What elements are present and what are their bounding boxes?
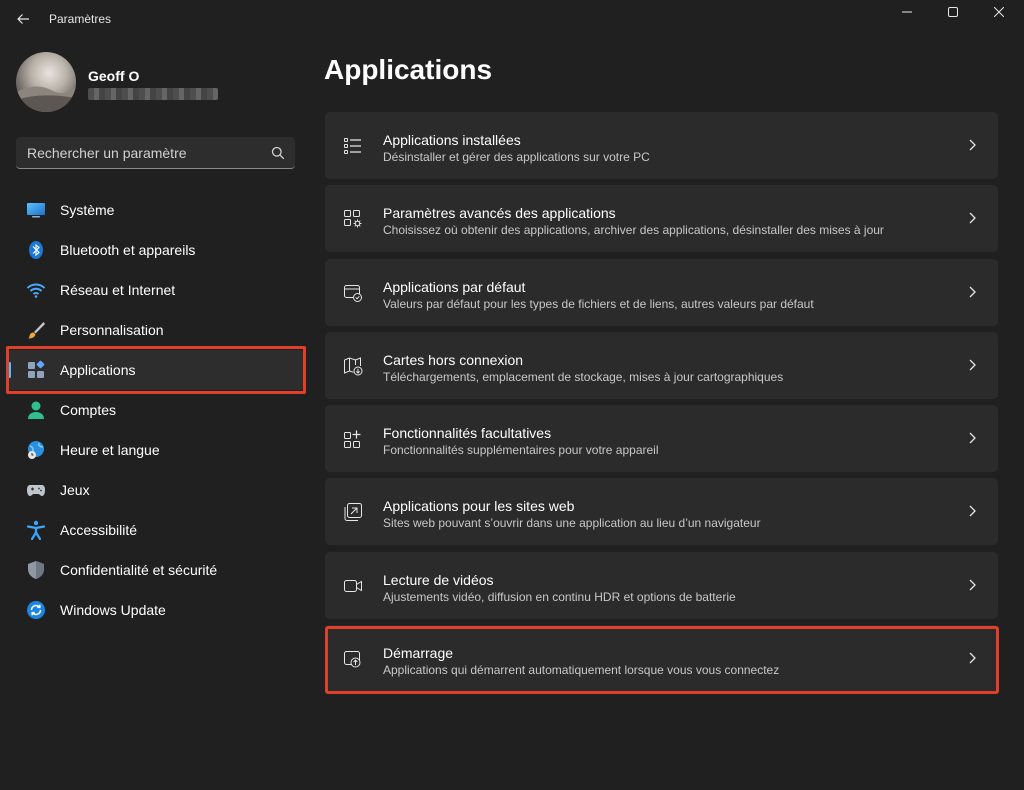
sidebar-item-accessibilite[interactable]: Accessibilité xyxy=(8,510,304,550)
card-title: Paramètres avancés des applications xyxy=(383,205,616,222)
card-applications-par-defaut[interactable]: Applications par défaut Valeurs par défa… xyxy=(325,258,998,326)
card-description: Choisissez où obtenir des applications, … xyxy=(383,223,884,238)
search-box[interactable] xyxy=(16,137,295,169)
brush-icon xyxy=(26,320,46,340)
chevron-right-icon xyxy=(969,432,976,444)
sidebar-item-reseau[interactable]: Réseau et Internet xyxy=(8,270,304,310)
user-email-redacted xyxy=(88,88,218,100)
close-button[interactable] xyxy=(976,0,1022,24)
title-bar: Paramètres xyxy=(0,0,1024,38)
sidebar-item-confidentialite[interactable]: Confidentialité et sécurité xyxy=(8,550,304,590)
card-description: Applications qui démarrent automatiqueme… xyxy=(383,663,780,678)
card-title: Applications installées xyxy=(383,132,521,148)
card-title: Démarrage xyxy=(383,645,454,662)
add-apps-icon xyxy=(344,430,361,449)
card-applications-sites-web[interactable]: Applications pour les sites web Sites we… xyxy=(325,478,998,546)
settings-list: Applications installées Désinstaller et … xyxy=(325,112,998,698)
card-title: Fonctionnalités facultatives xyxy=(383,425,552,442)
card-description: Ajustements vidéo, diffusion en continu … xyxy=(383,589,736,604)
sidebar-item-label: Confidentialité et sécurité xyxy=(60,562,218,578)
maximize-button[interactable] xyxy=(930,0,976,24)
wifi-icon xyxy=(26,280,46,300)
avatar[interactable] xyxy=(16,52,76,112)
search-icon[interactable] xyxy=(271,146,285,160)
window-title: Paramètres xyxy=(49,12,112,26)
app-settings-icon xyxy=(344,210,362,228)
card-description: Sites web pouvant s’ouvrir dans une appl… xyxy=(383,516,761,531)
globe-clock-icon xyxy=(26,440,46,460)
card-description: Téléchargements, emplacement de stockage… xyxy=(383,369,784,384)
sidebar-item-label: Réseau et Internet xyxy=(60,282,176,298)
sidebar-item-label: Jeux xyxy=(60,482,90,498)
sidebar-item-applications[interactable]: Applications xyxy=(8,350,304,390)
minimize-icon xyxy=(902,11,912,13)
sidebar-item-label: Comptes xyxy=(60,402,117,418)
chevron-right-icon xyxy=(969,579,976,591)
accessibility-icon xyxy=(26,520,46,540)
card-applications-installees[interactable]: Applications installées Désinstaller et … xyxy=(325,112,998,179)
card-title: Cartes hors connexion xyxy=(383,351,524,368)
close-icon xyxy=(994,7,1004,17)
sidebar-item-label: Heure et langue xyxy=(60,442,160,458)
sidebar-item-personnalisation[interactable]: Personnalisation xyxy=(8,310,304,350)
startup-icon xyxy=(344,651,361,668)
shield-icon xyxy=(26,560,46,580)
card-description: Valeurs par défaut pour les types de fic… xyxy=(383,296,814,311)
chevron-right-icon xyxy=(969,506,976,517)
card-lecture-videos[interactable]: Lecture de vidéos Ajustements vidéo, dif… xyxy=(325,551,998,619)
avatar-image-icon xyxy=(16,86,76,112)
back-button[interactable] xyxy=(10,6,36,32)
user-name: Geoff O xyxy=(88,68,140,84)
card-fonctionnalites-facultatives[interactable]: Fonctionnalités facultatives Fonctionnal… xyxy=(325,405,998,473)
sidebar-item-heure[interactable]: Heure et langue xyxy=(8,430,304,470)
update-icon xyxy=(26,600,46,620)
list-icon xyxy=(344,138,361,154)
chevron-right-icon xyxy=(969,286,976,298)
sidebar-item-label: Personnalisation xyxy=(60,322,164,338)
card-title: Applications pour les sites web xyxy=(383,498,575,515)
sidebar-item-comptes[interactable]: Comptes xyxy=(8,390,304,430)
minimize-button[interactable] xyxy=(884,0,930,24)
chevron-right-icon xyxy=(969,139,976,151)
video-icon xyxy=(344,579,362,592)
sidebar-item-label: Accessibilité xyxy=(60,522,138,538)
sidebar-item-label: Bluetooth et appareils xyxy=(60,242,196,258)
card-demarrage[interactable]: Démarrage Applications qui démarrent aut… xyxy=(325,625,998,693)
card-cartes-hors-connexion[interactable]: Cartes hors connexion Téléchargements, e… xyxy=(325,331,998,399)
page-title: Applications xyxy=(324,54,493,85)
card-title: Applications par défaut xyxy=(383,278,526,295)
search-input[interactable] xyxy=(16,137,266,168)
sidebar-item-label: Applications xyxy=(60,362,136,378)
chevron-right-icon xyxy=(969,652,976,664)
apps-icon xyxy=(26,360,46,380)
gamepad-icon xyxy=(26,480,46,500)
sidebar-item-windows-update[interactable]: Windows Update xyxy=(8,590,304,630)
chevron-right-icon xyxy=(969,212,976,224)
sidebar-item-label: Windows Update xyxy=(60,602,166,618)
sidebar-item-bluetooth[interactable]: Bluetooth et appareils xyxy=(8,230,304,270)
map-download-icon xyxy=(344,357,363,376)
chevron-right-icon xyxy=(969,359,976,371)
card-title: Lecture de vidéos xyxy=(383,571,494,588)
sidebar-item-label: Système xyxy=(60,202,115,218)
sidebar-item-jeux[interactable]: Jeux xyxy=(8,470,304,510)
monitor-icon xyxy=(26,200,46,220)
card-description: Fonctionnalités supplémentaires pour vot… xyxy=(383,443,659,458)
web-app-icon xyxy=(344,503,362,522)
card-parametres-avances[interactable]: Paramètres avancés des applications Choi… xyxy=(325,185,998,253)
person-icon xyxy=(26,400,46,420)
sidebar-nav: Système Bluetooth et appareils Réseau et… xyxy=(8,190,304,630)
back-arrow-icon xyxy=(17,14,29,24)
bluetooth-icon xyxy=(26,240,46,260)
maximize-icon xyxy=(948,7,958,17)
card-description: Désinstaller et gérer des applications s… xyxy=(383,150,650,164)
default-apps-icon xyxy=(344,284,362,302)
sidebar-item-systeme[interactable]: Système xyxy=(8,190,304,230)
